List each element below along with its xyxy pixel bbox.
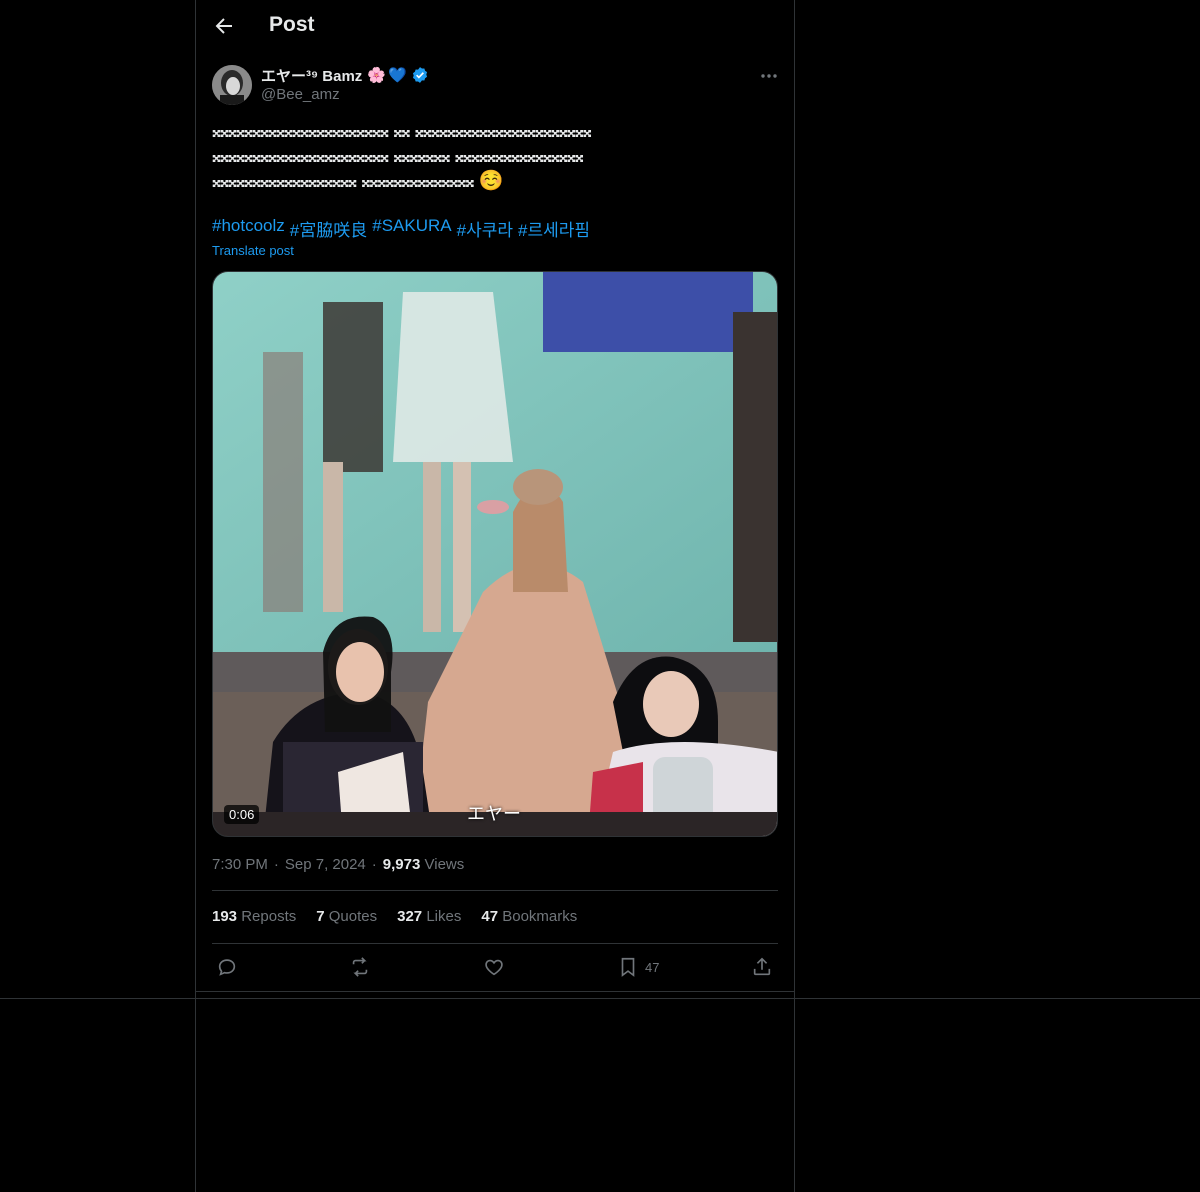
post-date[interactable]: Sep 7, 2024 bbox=[285, 856, 366, 873]
share-icon bbox=[753, 957, 771, 976]
hashtag-link[interactable]: #SAKURA bbox=[372, 216, 451, 241]
tweet-text: 𝄪𝄪𝄪𝄪𝄪𝄪𝄪𝄪𝄪𝄪𝄪𝄪𝄪𝄪𝄪𝄪𝄪𝄪𝄪𝄪𝄪𝄪 𝄪𝄪 𝄪𝄪𝄪𝄪𝄪𝄪𝄪𝄪𝄪𝄪𝄪𝄪𝄪𝄪… bbox=[212, 118, 592, 192]
likes-stat[interactable]: 327 Likes bbox=[397, 908, 461, 925]
video-subtitle: エヤー bbox=[467, 804, 521, 825]
blue-heart-emoji-icon: 💙 bbox=[387, 67, 407, 84]
reposts-label: Reposts bbox=[241, 908, 297, 925]
post-time[interactable]: 7:30 PM bbox=[212, 856, 268, 873]
bookmark-button[interactable]: 47 bbox=[617, 955, 659, 979]
author-display-name[interactable]: エヤー³⁹ Bamz bbox=[261, 65, 362, 86]
video-player[interactable]: 0:06 エヤー bbox=[212, 271, 778, 837]
view-count-group[interactable]: 9,973 Views bbox=[383, 856, 464, 873]
likes-count: 327 bbox=[397, 908, 423, 925]
post-meta: 7:30 PM · Sep 7, 2024 · 9,973 Views bbox=[212, 856, 464, 873]
views-label: Views bbox=[424, 856, 465, 873]
repost-button[interactable] bbox=[349, 955, 371, 979]
translate-post-link[interactable]: Translate post bbox=[212, 243, 294, 258]
back-arrow-icon[interactable] bbox=[212, 14, 236, 38]
hashtag-link[interactable]: #宮脇咲良 bbox=[290, 216, 367, 241]
main-column: Post エヤー³⁹ Bamz 🌸 💙 @Bee_amz 𝄪𝄪𝄪𝄪𝄪𝄪𝄪𝄪𝄪𝄪𝄪… bbox=[195, 0, 795, 1192]
author-handle[interactable]: @Bee_amz bbox=[261, 86, 340, 103]
quotes-stat[interactable]: 7 Quotes bbox=[316, 908, 377, 925]
divider bbox=[196, 991, 794, 992]
engagement-stats: 193 Reposts 7 Quotes 327 Likes 47 Bookma… bbox=[212, 908, 577, 925]
author-name-row[interactable]: エヤー³⁹ Bamz 🌸 💙 bbox=[261, 65, 429, 85]
divider bbox=[212, 890, 778, 891]
page-title: Post bbox=[269, 13, 315, 36]
view-count: 9,973 bbox=[382, 856, 421, 873]
hashtag-link[interactable]: #hotcoolz bbox=[212, 216, 285, 241]
meta-separator: · bbox=[371, 856, 377, 873]
reply-button[interactable] bbox=[216, 955, 238, 979]
horizontal-rule bbox=[0, 998, 1200, 999]
bookmarks-stat[interactable]: 47 Bookmarks bbox=[481, 908, 577, 925]
likes-label: Likes bbox=[426, 908, 462, 925]
bookmarks-label: Bookmarks bbox=[502, 908, 578, 925]
page-header: Post bbox=[196, 0, 794, 53]
like-icon bbox=[485, 959, 503, 976]
repost-icon bbox=[352, 957, 368, 977]
video-thumbnail bbox=[213, 272, 777, 836]
bookmark-icon bbox=[621, 957, 635, 977]
more-icon[interactable] bbox=[758, 66, 780, 86]
meta-separator: · bbox=[273, 856, 279, 873]
hashtag-link[interactable]: #르세라핌 bbox=[518, 216, 590, 241]
video-duration: 0:06 bbox=[224, 805, 260, 824]
like-button[interactable] bbox=[483, 955, 505, 979]
hashtag-link[interactable]: #사쿠라 bbox=[457, 216, 513, 241]
divider bbox=[212, 943, 778, 944]
hashtag-list: #hotcoolz #宮脇咲良 #SAKURA #사쿠라 #르세라핌 bbox=[212, 216, 590, 241]
reposts-stat[interactable]: 193 Reposts bbox=[212, 908, 296, 925]
bookmarks-count: 47 bbox=[481, 908, 499, 925]
verified-badge-icon[interactable] bbox=[411, 66, 429, 84]
share-button[interactable] bbox=[751, 955, 773, 979]
quotes-count: 7 bbox=[316, 908, 325, 925]
flower-emoji-icon: 🌸 bbox=[367, 67, 386, 84]
bookmark-count: 47 bbox=[645, 959, 660, 975]
quotes-label: Quotes bbox=[328, 908, 378, 925]
reposts-count: 193 bbox=[212, 908, 238, 925]
reply-icon bbox=[218, 959, 236, 976]
avatar[interactable] bbox=[212, 65, 252, 105]
action-bar: 47 bbox=[212, 955, 778, 981]
